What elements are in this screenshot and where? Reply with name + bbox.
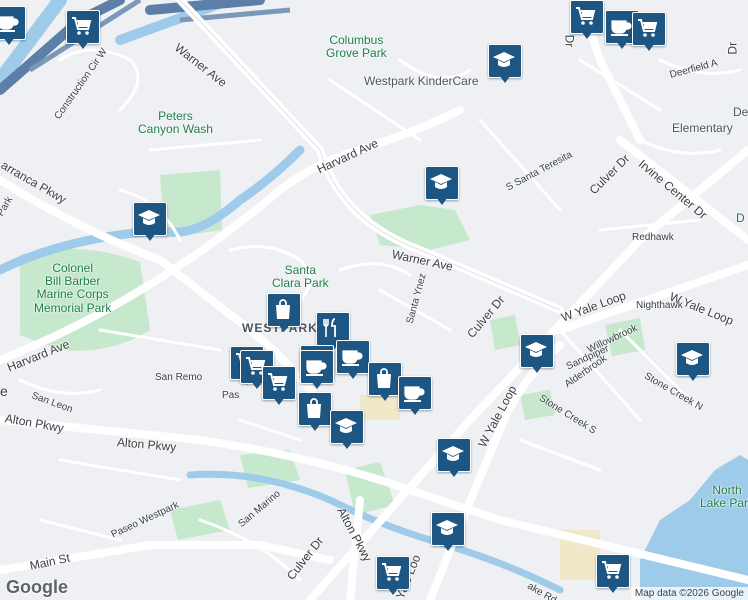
shopping-cart-icon [602,561,622,579]
map-attribution[interactable]: Map data ©2026 Google [630,587,748,600]
poi-marker-school[interactable] [330,410,364,452]
shopping-bag-icon [307,398,321,418]
shopping-cart-icon [638,19,658,37]
shopping-bag-icon [276,299,290,319]
poi-marker-school[interactable] [437,438,471,480]
google-logo: Google [6,577,68,597]
road-label-nighthawk: Nighthawk [636,300,683,311]
coffee-icon [306,360,327,376]
poi-marker-coffee[interactable] [336,340,370,382]
restaurant-icon [323,318,336,337]
poi-marker-school[interactable] [488,44,522,86]
place-label-columbus-grove-park: Columbus Grove Park [326,33,387,61]
poi-marker-coffee[interactable] [398,376,432,418]
road-label-san-remo: San Remo [155,372,203,383]
place-label-santa-clara-park: Santa Clara Park [272,263,329,291]
place-label-westpark-kindercare: Westpark KinderCare [364,74,479,88]
road-label-e: e [0,383,8,399]
place-label-d: D [736,211,745,225]
school-icon [442,446,464,461]
coffee-icon [611,20,632,36]
poi-marker-shopping-cart[interactable] [66,10,100,52]
coffee-icon [0,16,19,32]
school-icon [681,350,703,365]
poi-marker-shopping-bag[interactable] [267,293,301,335]
road-label-pas: Pas [222,390,240,401]
map-canvas[interactable]: Warner Ave Warner Ave Harvard Ave Harvar… [0,0,748,600]
coffee-icon [342,350,363,366]
poi-marker-school[interactable] [431,512,465,554]
road-label-dr-right: Dr [725,41,740,55]
poi-marker-shopping-cart[interactable] [262,366,296,408]
poi-marker-shopping-cart[interactable] [632,12,666,54]
school-icon [335,418,357,433]
school-icon [430,174,452,189]
poi-marker-school[interactable] [425,166,459,208]
school-icon [525,342,547,357]
school-icon [436,520,458,535]
shopping-cart-icon [576,7,596,25]
place-label-peters-canyon-wash: Peters Canyon Wash [138,109,213,137]
shopping-cart-icon [268,373,288,391]
poi-marker-coffee[interactable] [300,350,334,392]
shopping-cart-icon [72,17,92,35]
poi-marker-shopping-bag[interactable] [368,362,402,404]
road-label-redhawk: Redhawk [632,232,674,243]
poi-marker-shopping-bag[interactable] [298,392,332,434]
poi-marker-school[interactable] [133,202,167,244]
place-label-elementary: Elementary [672,121,733,135]
poi-marker-shopping-cart[interactable] [376,556,410,598]
shopping-cart-icon [382,563,402,581]
place-label-colonel-bill-barber: Colonel Bill Barber Marine Corps Memoria… [34,261,112,315]
place-label-de: De [733,105,748,119]
poi-marker-coffee[interactable] [0,6,26,48]
shopping-bag-icon [377,368,391,388]
poi-marker-shopping-cart[interactable] [596,554,630,596]
poi-marker-shopping-cart[interactable] [570,0,604,42]
poi-marker-school[interactable] [520,334,554,376]
poi-marker-school[interactable] [676,342,710,384]
school-icon [138,210,160,225]
school-icon [493,52,515,67]
coffee-icon [404,386,425,402]
place-label-north-lake-park: North Lake Park [700,483,748,511]
